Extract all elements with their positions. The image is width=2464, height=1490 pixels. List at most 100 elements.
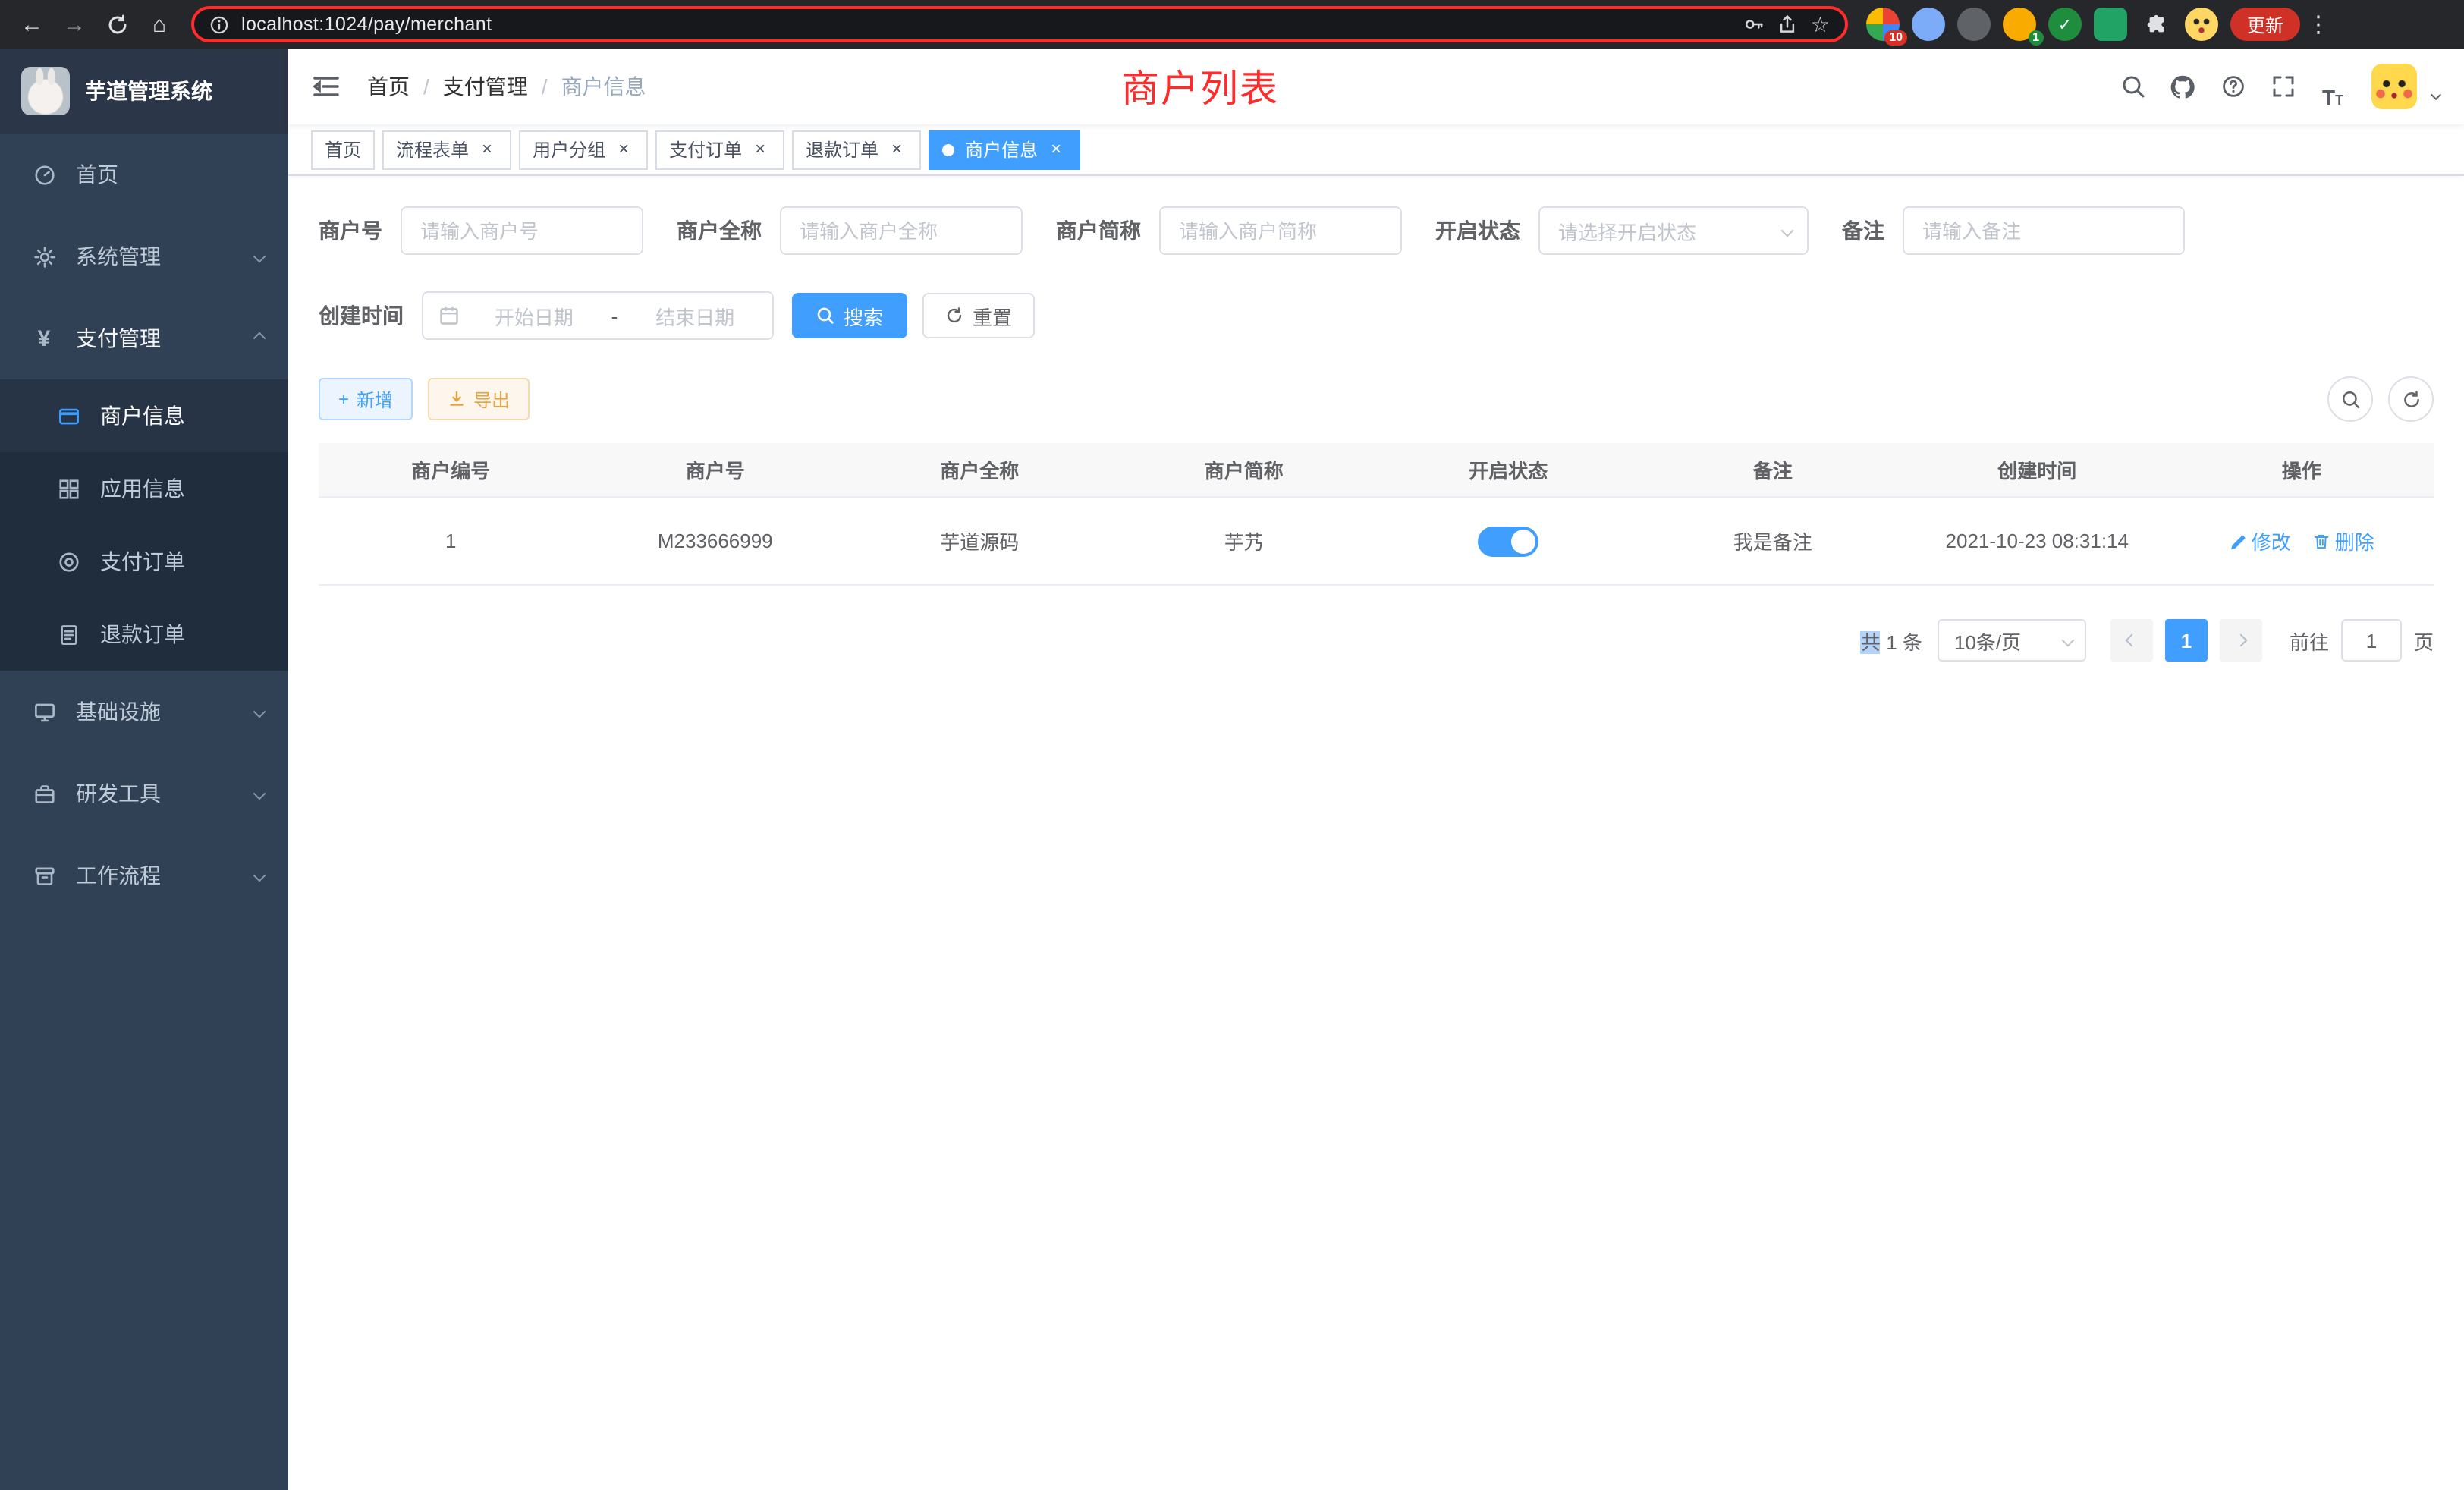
sidebar-item-payment[interactable]: ¥ 支付管理 [0,297,288,379]
page-unit-label: 页 [2414,626,2434,655]
tab-pay-order[interactable]: 支付订单 × [655,130,784,169]
browser-home-icon[interactable]: ⌂ [140,5,179,44]
extension-icon[interactable] [1912,8,1945,41]
extension-icon[interactable] [1957,8,1991,41]
toolbox-icon [30,782,58,805]
create-time-range-picker[interactable]: 开始日期 - 结束日期 [422,291,774,340]
page-number-button[interactable]: 1 [2165,619,2208,662]
sidebar-item-workflow[interactable]: 工作流程 [0,835,288,916]
profile-avatar-icon[interactable] [2185,8,2218,41]
pagination-total-suffix: 条 [1903,630,1922,653]
logo-avatar [21,67,70,115]
sidebar-item-label: 商户信息 [100,401,185,431]
bookmark-star-icon[interactable]: ☆ [1811,11,1830,37]
password-key-icon[interactable] [1744,14,1765,35]
next-page-button[interactable] [2220,619,2262,662]
github-icon[interactable] [2162,66,2203,107]
sidebar-item-label: 工作流程 [76,860,161,891]
sidebar-item-app-info[interactable]: 应用信息 [0,452,288,525]
sidebar-item-system[interactable]: 系统管理 [0,215,288,297]
tab-process-form[interactable]: 流程表单 × [382,130,511,169]
browser-forward-icon[interactable]: → [55,5,94,44]
site-info-icon[interactable] [209,14,229,34]
browser-menu-icon[interactable]: ⋮ [2303,11,2334,38]
sidebar-item-infrastructure[interactable]: 基础设施 [0,671,288,753]
sidebar-item-label: 支付管理 [76,323,161,354]
sidebar-item-home[interactable]: 首页 [0,134,288,215]
yen-icon: ¥ [30,325,58,351]
browser-reload-icon[interactable] [97,5,137,44]
tab-refund-order[interactable]: 退款订单 × [792,130,921,169]
edit-link-label: 修改 [2252,527,2291,555]
refresh-table-button[interactable] [2388,376,2434,422]
payment-submenu: 商户信息 应用信息 [0,379,288,671]
chrome-update-button[interactable]: 更新 [2230,8,2300,41]
breadcrumb-item[interactable]: 首页 [367,71,410,102]
user-avatar[interactable] [2371,64,2417,109]
breadcrumb: 首页 / 支付管理 / 商户信息 [367,71,646,102]
status-toggle[interactable] [1478,526,1538,556]
merchant-name-input[interactable] [780,206,1023,255]
page-size-select[interactable]: 10条/页 [1938,619,2086,662]
address-bar[interactable]: localhost:1024/pay/merchant ☆ [191,6,1848,42]
cell-full-name: 芋道源码 [847,498,1112,586]
extension-icon[interactable]: 1 [2003,8,2036,41]
tab-close-icon[interactable]: × [750,139,771,160]
share-icon[interactable] [1777,14,1799,35]
hamburger-icon[interactable] [313,74,340,99]
delete-link[interactable]: 删除 [2312,527,2374,555]
tab-merchant-info[interactable]: 商户信息 × [929,130,1080,169]
dashboard-icon [30,163,58,186]
sidebar-item-pay-order[interactable]: 支付订单 [0,525,288,598]
tab-close-icon[interactable]: × [886,139,907,160]
grid-icon [55,477,82,500]
sidebar-logo[interactable]: 芋道管理系统 [0,49,288,134]
extension-badge: 1 [2028,30,2044,46]
tab-label: 用户分组 [533,137,605,162]
avatar-caret-icon[interactable] [2431,89,2441,99]
sidebar-item-dev-tools[interactable]: 研发工具 [0,753,288,835]
remark-input[interactable] [1903,206,2185,255]
tab-user-group[interactable]: 用户分组 × [519,130,648,169]
chevron-down-icon [253,787,266,800]
add-button[interactable]: + 新增 [319,378,413,420]
sidebar-item-refund-order[interactable]: 退款订单 [0,598,288,671]
edit-link[interactable]: 修改 [2229,527,2291,555]
fullscreen-icon[interactable] [2262,66,2303,107]
toolbar-right [2327,376,2434,422]
sidebar-item-merchant-info[interactable]: 商户信息 [0,379,288,452]
cell-remark: 我是备注 [1641,498,1906,586]
card-icon [55,404,82,427]
tab-close-icon[interactable]: × [613,139,634,160]
prev-page-button[interactable] [2110,619,2153,662]
merchant-short-input[interactable] [1159,206,1402,255]
remark-label: 备注 [1842,215,1884,246]
reset-button[interactable]: 重置 [922,293,1035,338]
extension-icon[interactable]: ✓ [2048,8,2082,41]
url-text[interactable]: localhost:1024/pay/merchant [241,14,492,35]
tab-close-icon[interactable]: × [1045,139,1067,160]
extension-icon[interactable]: 10 [1866,8,1900,41]
help-icon[interactable] [2212,66,2253,107]
search-button[interactable]: 搜索 [792,293,907,338]
breadcrumb-item[interactable]: 支付管理 [443,71,528,102]
toggle-search-button[interactable] [2327,376,2373,422]
font-size-icon[interactable]: TT [2312,66,2353,107]
extension-icon[interactable] [2094,8,2127,41]
chevron-down-icon [2061,634,2074,647]
top-navbar: 首页 / 支付管理 / 商户信息 商户列表 [288,49,2464,124]
archive-icon [30,864,58,887]
tab-home[interactable]: 首页 [311,130,375,169]
status-select-placeholder: 请选择开启状态 [1558,216,1696,245]
status-select[interactable]: 请选择开启状态 [1538,206,1809,255]
goto-page-input[interactable] [2341,619,2402,662]
extensions-puzzle-icon[interactable] [2139,8,2173,41]
export-button[interactable]: 导出 [428,378,530,420]
breadcrumb-separator: / [423,74,429,99]
merchant-no-input[interactable] [401,206,643,255]
browser-back-icon[interactable]: ← [12,5,52,44]
search-icon[interactable] [2112,66,2153,107]
tab-label: 商户信息 [965,137,1038,162]
date-separator: - [611,304,618,327]
tab-close-icon[interactable]: × [476,139,498,160]
